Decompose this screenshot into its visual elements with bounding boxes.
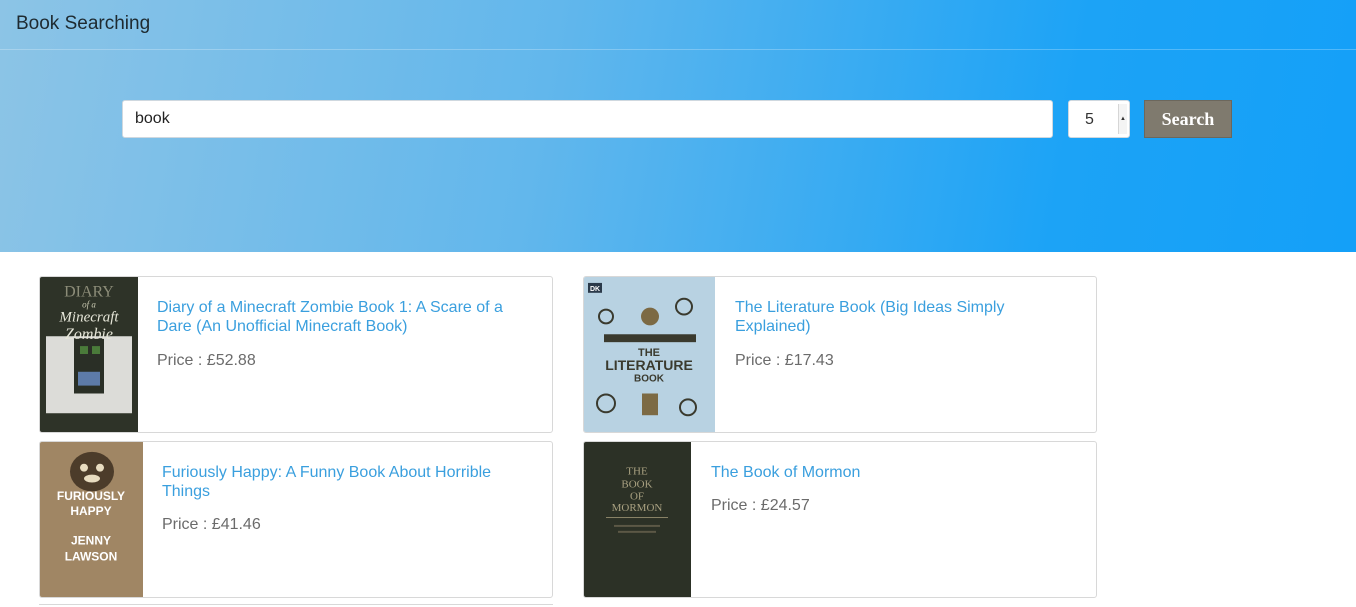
search-input[interactable] bbox=[122, 100, 1053, 138]
svg-text:HAPPY: HAPPY bbox=[70, 504, 111, 518]
book-price: Price : £17.43 bbox=[735, 352, 834, 369]
svg-text:LAWSON: LAWSON bbox=[65, 550, 118, 564]
book-title-link[interactable]: The Literature Book (Big Ideas Simply Ex… bbox=[735, 298, 1035, 336]
svg-text:DK: DK bbox=[590, 286, 600, 293]
minecraft-cover-art: DIARY of a Minecraft Zombie bbox=[40, 277, 138, 432]
svg-text:BOOK: BOOK bbox=[621, 478, 652, 490]
book-cover-image[interactable]: FURIOUSLY HAPPY JENNY LAWSON bbox=[40, 442, 143, 597]
svg-text:FURIOUSLY: FURIOUSLY bbox=[57, 489, 125, 503]
result-card: FURIOUSLY HAPPY JENNY LAWSON Furiously H… bbox=[39, 441, 553, 598]
svg-text:OF: OF bbox=[630, 490, 644, 502]
book-of-mormon-cover-art: THE BOOK OF MORMON bbox=[584, 442, 691, 597]
book-title-link[interactable]: The Book of Mormon bbox=[711, 463, 1071, 482]
result-count-value: 5 bbox=[1085, 111, 1094, 128]
result-card: DK THE LITERATURE BOOK The Literature Bo… bbox=[583, 276, 1097, 433]
book-cover-image[interactable]: DK THE LITERATURE BOOK bbox=[584, 277, 715, 432]
svg-text:Minecraft: Minecraft bbox=[58, 310, 119, 326]
svg-text:MORMON: MORMON bbox=[612, 502, 663, 514]
book-price: Price : £24.57 bbox=[711, 497, 810, 514]
result-count-select[interactable]: 5 ▲ bbox=[1068, 100, 1130, 138]
svg-text:JENNY: JENNY bbox=[71, 534, 111, 548]
result-card: THE BOOK OF MORMON The Book of Mormon Pr… bbox=[583, 441, 1097, 598]
brand-title[interactable]: Book Searching bbox=[16, 13, 150, 35]
book-cover-image[interactable]: THE BOOK OF MORMON bbox=[584, 442, 691, 597]
spinner-arrows-icon[interactable]: ▲ bbox=[1118, 104, 1127, 134]
book-cover-image[interactable]: DIARY of a Minecraft Zombie bbox=[40, 277, 138, 432]
svg-text:of a: of a bbox=[82, 300, 96, 310]
furiously-happy-cover-art: FURIOUSLY HAPPY JENNY LAWSON bbox=[40, 442, 143, 597]
result-card: DIARY of a Minecraft Zombie Diary of a M… bbox=[39, 276, 553, 433]
search-button[interactable]: Search bbox=[1144, 100, 1232, 138]
book-title-link[interactable]: Diary of a Minecraft Zombie Book 1: A Sc… bbox=[157, 298, 527, 336]
literature-cover-art: DK THE LITERATURE BOOK bbox=[584, 277, 715, 432]
svg-text:LITERATURE: LITERATURE bbox=[605, 357, 693, 373]
svg-text:THE: THE bbox=[626, 466, 648, 478]
svg-text:Zombie: Zombie bbox=[65, 326, 113, 343]
book-price: Price : £52.88 bbox=[157, 352, 256, 369]
navbar: Book Searching bbox=[0, 0, 1356, 50]
book-title-link[interactable]: Furiously Happy: A Funny Book About Horr… bbox=[162, 463, 522, 501]
book-price: Price : £41.46 bbox=[162, 516, 261, 533]
svg-text:BOOK: BOOK bbox=[634, 374, 665, 385]
svg-text:DIARY: DIARY bbox=[64, 284, 114, 301]
